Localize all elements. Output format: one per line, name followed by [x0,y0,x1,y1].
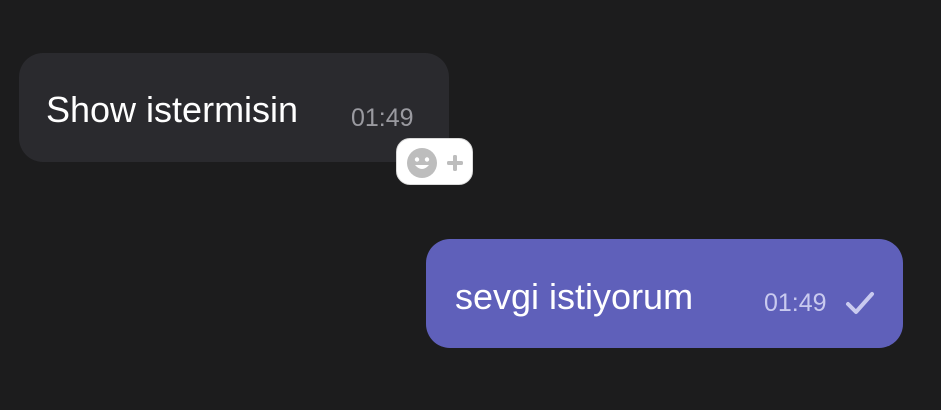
message-timestamp: 01:49 [764,289,827,317]
smiley-icon [407,148,437,178]
add-reaction-button[interactable] [396,138,473,185]
message-text: sevgi istiyorum [455,276,694,317]
incoming-message-bubble[interactable]: Show istermisin 01:49 [19,53,449,162]
check-icon [846,292,874,314]
plus-icon [447,155,463,171]
message-timestamp: 01:49 [351,104,414,132]
message-text: Show istermisin [46,89,299,130]
outgoing-message-bubble[interactable]: sevgi istiyorum 01:49 [426,239,903,348]
